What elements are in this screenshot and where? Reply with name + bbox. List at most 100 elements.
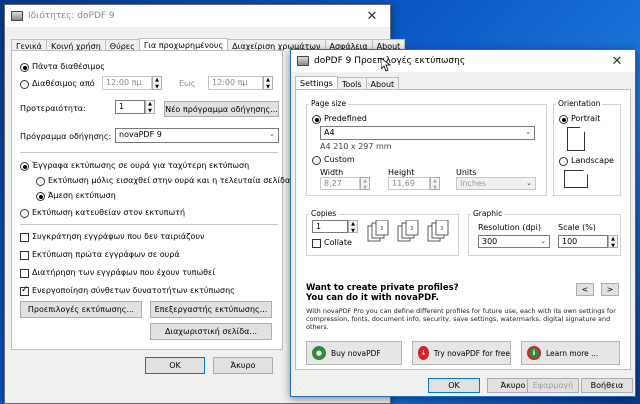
spool-after-last-radio[interactable] — [36, 177, 45, 186]
preferences-ok-button[interactable]: OK — [428, 378, 480, 393]
units-label: Units — [456, 168, 477, 177]
resolution-select-value: 300 — [482, 237, 498, 246]
divider — [20, 152, 278, 153]
resolution-select[interactable]: 300 ⌄ — [478, 235, 550, 248]
driver-select[interactable]: novaPDF 9 ⌄ — [115, 128, 279, 143]
svg-text:3: 3 — [410, 226, 413, 232]
spool-immediate-radio[interactable] — [36, 192, 45, 201]
mouse-cursor — [380, 57, 392, 72]
scale-field[interactable]: 100 — [558, 235, 608, 248]
direct-print-radio[interactable] — [20, 209, 29, 218]
advanced-features-label: Ενεργοποίηση σύνθετων δυνατοτήτων εκτύπω… — [32, 286, 235, 295]
preferences-title-bar: doPDF 9 Προεπιλογές εκτύπωσης ✕ — [291, 50, 635, 72]
hold-mismatched-checkbox[interactable] — [20, 233, 29, 242]
printing-preferences-window: doPDF 9 Προεπιλογές εκτύπωσης ✕ Settings… — [290, 49, 636, 397]
page-size-label: Page size — [309, 99, 349, 108]
landscape-radio[interactable] — [559, 157, 568, 166]
width-spinner[interactable]: ▲ ▼ — [360, 177, 370, 191]
promo-headline: Want to create private profiles? — [306, 283, 459, 293]
chevron-down-icon: ⌄ — [526, 179, 532, 187]
buy-novapdf-button[interactable]: ● Buy novaPDF — [306, 341, 402, 365]
learn-label: Learn more ... — [546, 348, 599, 358]
advanced-features-checkbox[interactable] — [20, 285, 29, 296]
driver-select-value: novaPDF 9 — [119, 130, 162, 139]
units-select[interactable]: Inches ⌄ — [456, 177, 536, 190]
chevron-down-icon: ⌄ — [525, 128, 531, 136]
promo-next-button[interactable]: > — [601, 283, 619, 296]
units-select-value: Inches — [460, 179, 486, 188]
spool-after-last-label: Εκτύπωση μόλις εισαχθεί στην ουρά και η … — [48, 176, 291, 185]
spool-label: Έγγραφα εκτύπωσης σε ουρά για ταχύτερη ε… — [32, 161, 250, 170]
spool-radio[interactable] — [20, 162, 29, 171]
custom-radio[interactable] — [312, 156, 321, 165]
until-time-field[interactable]: 12:00 πμ — [208, 76, 263, 90]
predefined-radio[interactable] — [312, 115, 321, 124]
keep-printed-label: Διατήρηση των εγγράφων που έχουν τυπωθεί — [32, 268, 216, 277]
portrait-radio[interactable] — [559, 115, 568, 124]
print-spooled-first-label: Εκτύπωση πρώτα εγγράφων σε ουρά — [32, 250, 180, 259]
driver-label: Πρόγραμμα οδήγησης: — [20, 132, 112, 141]
preferences-close-button[interactable]: ✕ — [599, 50, 635, 72]
graphic-label: Graphic — [471, 209, 505, 218]
collate-label: Collate — [324, 238, 352, 247]
print-spooled-first-checkbox[interactable] — [20, 251, 29, 260]
available-from-radio[interactable] — [20, 80, 29, 89]
preferences-apply-button[interactable]: Εφαρμογή — [527, 378, 579, 393]
paper-dimensions: A4 210 x 297 mm — [320, 142, 392, 151]
cart-icon: ● — [312, 346, 326, 360]
copies-spinner[interactable]: ▲ ▼ — [348, 220, 358, 234]
priority-spinner[interactable]: ▲ ▼ — [145, 100, 155, 114]
available-from-label: Διαθέσιμος από — [32, 79, 95, 88]
svg-text:3: 3 — [440, 226, 443, 232]
from-time-field[interactable]: 12:00 πμ — [102, 76, 152, 90]
promo-prev-button[interactable]: < — [576, 283, 594, 296]
separator-page-button[interactable]: Διαχωριστική σελίδα... — [150, 323, 272, 340]
paper-select-value: A4 — [324, 128, 335, 137]
properties-close-button[interactable]: ✕ — [354, 5, 390, 27]
keep-printed-checkbox[interactable] — [20, 269, 29, 278]
priority-field[interactable]: 1 — [115, 100, 145, 114]
new-driver-button[interactable]: Νέο πρόγραμμα οδήγησης... — [164, 101, 279, 117]
landscape-page-icon — [564, 170, 588, 188]
promo-subheadline: You can do it with novaPDF. — [306, 293, 439, 303]
chevron-down-icon: ⌄ — [540, 237, 546, 245]
always-available-radio[interactable] — [20, 63, 29, 72]
properties-ok-button[interactable]: OK — [145, 357, 205, 374]
collate-checkbox[interactable] — [312, 239, 321, 248]
preferences-help-button[interactable]: Βοήθεια — [581, 378, 633, 393]
height-field[interactable]: 11,69 — [388, 177, 430, 190]
advanced-tab-panel: Πάντα διαθέσιμος Διαθέσιμος από 12:00 πμ… — [11, 50, 290, 350]
settings-panel: Page size Predefined A4 ⌄ A4 210 x 297 m… — [295, 89, 631, 370]
custom-label: Custom — [324, 155, 355, 164]
properties-cancel-button[interactable]: Άκυρο — [213, 357, 273, 374]
properties-title: Ιδιότητες: doPDF 9 — [28, 11, 115, 21]
download-icon: ↓ — [418, 346, 429, 360]
printer-icon — [297, 56, 309, 66]
collate-pages-icon: 3 3 3 — [366, 219, 456, 246]
try-novapdf-button[interactable]: ↓ Try novaPDF for free — [412, 341, 511, 365]
spool-immediate-label: Άμεση εκτύπωση — [48, 191, 116, 200]
scale-spinner[interactable]: ▲ ▼ — [608, 235, 618, 249]
buy-label: Buy novaPDF — [331, 348, 381, 358]
printing-defaults-button[interactable]: Προεπιλογές εκτύπωσης... — [20, 301, 142, 318]
predefined-label: Predefined — [324, 114, 367, 123]
info-icon: i — [527, 346, 541, 360]
printer-icon — [11, 11, 23, 21]
height-label: Height — [388, 168, 415, 177]
promo-body: With novaPDF Pro you can define differen… — [306, 307, 616, 331]
scale-label: Scale (%) — [558, 223, 596, 232]
copies-label: Copies — [309, 209, 339, 218]
width-label: Width — [320, 168, 344, 177]
copies-field[interactable]: 1 — [312, 220, 348, 233]
always-available-label: Πάντα διαθέσιμος — [32, 62, 105, 71]
svg-text:3: 3 — [380, 226, 383, 232]
until-time-spinner[interactable]: ▲ ▼ — [263, 76, 273, 90]
height-spinner[interactable]: ▲ ▼ — [430, 177, 440, 191]
learn-more-button[interactable]: i Learn more ... — [521, 341, 620, 365]
paper-select[interactable]: A4 ⌄ — [320, 126, 535, 140]
properties-title-bar: Ιδιότητες: doPDF 9 ✕ — [5, 5, 390, 27]
try-label: Try novaPDF for free — [433, 348, 510, 358]
from-time-spinner[interactable]: ▲ ▼ — [152, 76, 162, 90]
width-field[interactable]: 8,27 — [320, 177, 360, 190]
print-processor-button[interactable]: Επεξεργαστής εκτύπωσης... — [150, 301, 272, 318]
